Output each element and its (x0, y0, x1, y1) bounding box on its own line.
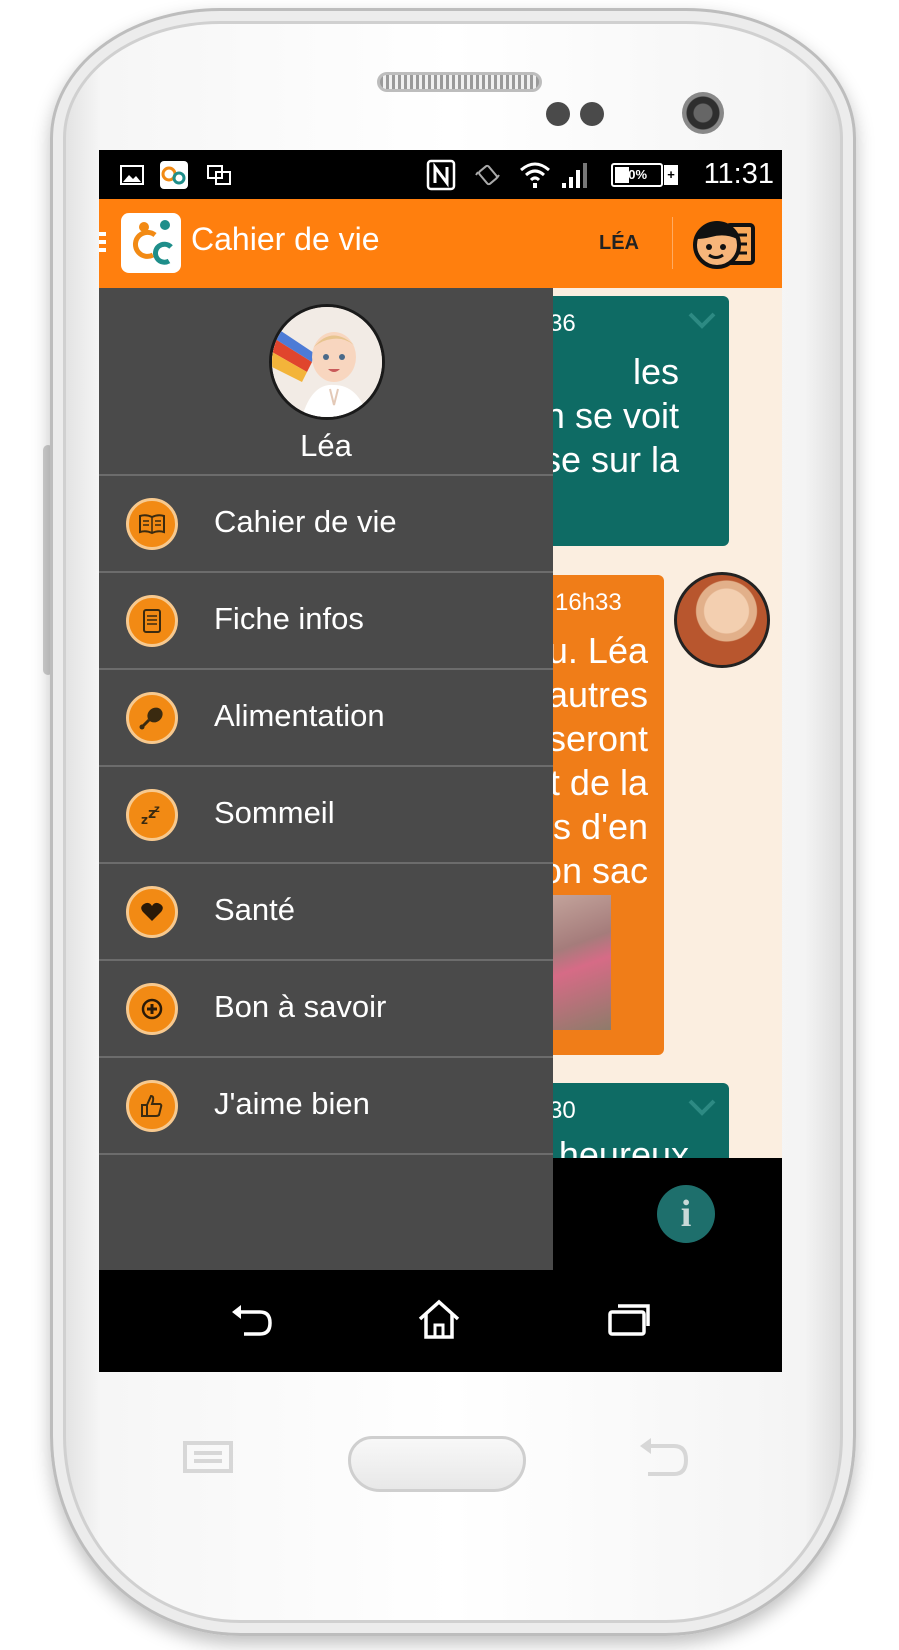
light-sensor (580, 102, 604, 126)
message-text: les n se voit se sur la (542, 351, 679, 480)
book-icon (126, 498, 178, 550)
action-bar: Cahier de vie LÉA (99, 199, 782, 288)
front-camera (682, 92, 724, 134)
drawer-item-cahier-de-vie[interactable]: Cahier de vie (99, 476, 553, 573)
message-bubble[interactable]: 36 les n se voit se sur la (529, 296, 729, 546)
app-logo[interactable] (121, 213, 181, 273)
drawer-item-label: Cahier de vie (214, 504, 397, 539)
picture-icon (117, 150, 147, 199)
drawer-item-label: J'aime bien (214, 1086, 370, 1121)
info-button[interactable]: i (657, 1185, 715, 1243)
plus-circle-icon (126, 983, 178, 1035)
hardware-home-button[interactable] (348, 1436, 526, 1492)
notepad-icon (126, 595, 178, 647)
drawer-item-sante[interactable]: Santé (99, 864, 553, 961)
screen-mirror-icon (203, 150, 235, 199)
action-bar-divider (672, 217, 673, 269)
back-icon[interactable] (221, 1292, 281, 1348)
drawer-item-fiche-infos[interactable]: Fiche infos (99, 573, 553, 670)
chevron-down-icon[interactable] (687, 1097, 717, 1117)
drawer-menu: Cahier de vie Fiche infos Alimentation z… (99, 476, 553, 1155)
status-bar: 30% + 11:31 (99, 150, 782, 199)
screen: 30% + 11:31 Cahier de vie LÉA 36 les n s… (99, 150, 782, 1372)
message-time: 30 (549, 1097, 576, 1124)
drawer-item-sommeil[interactable]: zzz Sommeil (99, 767, 553, 864)
earpiece-speaker (377, 72, 542, 92)
battery-percent: 30% (621, 167, 648, 182)
home-icon[interactable] (409, 1292, 469, 1348)
drawer-indicator-icon[interactable] (99, 232, 106, 256)
recent-apps-icon[interactable] (599, 1292, 659, 1348)
sender-avatar (674, 572, 770, 668)
message-text: u. Léa autres seront t de la s d'en on s… (541, 630, 648, 891)
vibrate-icon (471, 150, 505, 199)
drawer-item-label: Bon à savoir (214, 989, 387, 1024)
wifi-icon (517, 150, 553, 199)
app-notification-icon (157, 150, 191, 199)
heart-icon (126, 886, 178, 938)
drawer-item-label: Fiche infos (214, 601, 364, 636)
drawer-item-label: Santé (214, 892, 296, 927)
zzz-icon: zzz (126, 789, 178, 841)
drawer-item-bon-a-savoir[interactable]: Bon à savoir (99, 961, 553, 1058)
hardware-menu-icon[interactable] (182, 1440, 234, 1474)
drawer-item-alimentation[interactable]: Alimentation (99, 670, 553, 767)
navigation-bar (99, 1270, 782, 1372)
signal-icon (557, 150, 593, 199)
status-time: 11:31 (703, 158, 774, 190)
drawer-item-jaime-bien[interactable]: J'aime bien (99, 1058, 553, 1155)
svg-text:z: z (154, 804, 160, 815)
drawer-profile: Léa (99, 288, 553, 476)
proximity-sensor (546, 102, 570, 126)
child-name: Léa (300, 428, 352, 463)
current-child-label[interactable]: LÉA (599, 232, 639, 255)
nfc-icon (424, 150, 458, 199)
battery-charging-icon: 30% + (604, 150, 678, 199)
navigation-drawer: Léa Cahier de vie Fiche infos Alimentati… (99, 288, 553, 1270)
chevron-down-icon[interactable] (687, 310, 717, 330)
drumstick-icon (126, 692, 178, 744)
drawer-item-label: Alimentation (214, 698, 385, 733)
app-title: Cahier de vie (191, 221, 380, 257)
child-switch-icon[interactable] (691, 213, 757, 275)
message-time: 36 (549, 310, 576, 337)
thumbs-up-icon (126, 1080, 178, 1132)
child-avatar[interactable] (269, 304, 385, 420)
svg-text:z: z (141, 813, 148, 827)
hardware-back-icon[interactable] (636, 1436, 690, 1478)
drawer-item-label: Sommeil (214, 795, 335, 830)
